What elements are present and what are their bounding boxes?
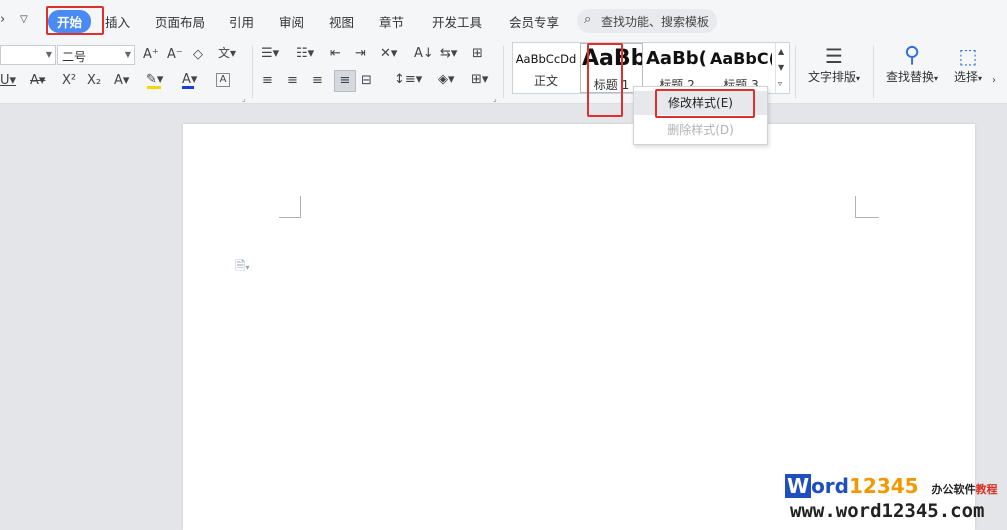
text-layout-label: 文字排版 [807, 70, 856, 84]
ribbon-divider [873, 46, 874, 98]
shrink-font-icon[interactable]: A⁻ [167, 47, 183, 63]
style-heading-2-preview: AaBb( [646, 48, 707, 69]
borders-icon[interactable]: ⊞▾ [471, 72, 488, 88]
chevron-up-icon[interactable]: ▲ [778, 44, 784, 60]
style-heading-3[interactable]: AaBbC( 标题 3 [710, 44, 772, 92]
phonetic-guide-icon[interactable]: 文▾ [218, 45, 236, 61]
margin-crop-mark-right [855, 196, 879, 218]
show-hide-marks-icon[interactable]: ⊞ [472, 46, 483, 62]
style-heading-1-preview: AaBb [582, 46, 642, 71]
strikethrough-icon[interactable]: A▾ [30, 73, 45, 89]
margin-crop-mark-left [279, 196, 301, 218]
select-cursor-icon: ⬚ [958, 44, 978, 68]
chinese-layout-icon[interactable]: ✕▾ [380, 46, 397, 62]
chevron-down-icon: ▼ [45, 50, 52, 59]
text-layout-button[interactable]: ☰ 文字排版▾ [804, 44, 864, 94]
grow-font-icon[interactable]: A⁺ [143, 47, 159, 63]
bullet-list-icon[interactable]: ☰▾ [261, 46, 279, 62]
character-border-icon[interactable]: A [216, 73, 230, 87]
chevron-right-icon[interactable]: › [992, 73, 996, 89]
numbered-list-icon[interactable]: ☷▾ [296, 46, 314, 62]
chevron-down-icon: ▼ [124, 50, 131, 59]
tab-developer-tools[interactable]: 开发工具 [432, 12, 482, 31]
tab-view[interactable]: 视图 [329, 12, 354, 31]
search-feature-box[interactable]: ⌕ 查找功能、搜索模板 [577, 9, 717, 33]
watermark-tagline-2: 教程 [975, 483, 998, 496]
clear-format-icon[interactable]: ◇ [193, 47, 203, 63]
font-size-value: 二号 [62, 50, 87, 64]
delete-style-menu-item: 删除样式(D) [667, 123, 734, 137]
watermark-tagline: 办公软件 [931, 483, 976, 496]
increase-indent-icon[interactable]: ⇥ [355, 46, 366, 62]
select-button[interactable]: ⬚ 选择▾ [948, 44, 988, 94]
tab-member[interactable]: 会员专享 [509, 12, 559, 31]
sort-icon[interactable]: ⇆▾ [440, 46, 457, 62]
underline-icon[interactable]: U▾ [0, 73, 16, 89]
search-feature-label: 查找功能、搜索模板 [601, 15, 710, 29]
find-replace-label: 查找替换 [885, 70, 934, 84]
gallery-expand-icon[interactable]: ▿ [778, 76, 782, 92]
ribbon-divider [252, 46, 253, 98]
text-direction-icon[interactable]: A↓ [414, 46, 434, 62]
menu-tab-bar: › ▽ 开始 插入 页面布局 引用 审阅 视图 章节 开发工具 会员专享 ⌕ 查… [0, 0, 1007, 40]
tab-page-layout[interactable]: 页面布局 [155, 12, 205, 31]
highlighter-color-bar [147, 86, 161, 89]
distributed-align-icon[interactable]: ⊟ [361, 73, 372, 89]
subscript-icon[interactable]: X₂ [87, 73, 101, 89]
font-dialog-launcher-icon[interactable]: ⌟ [242, 94, 246, 103]
align-center-icon[interactable]: ≡ [287, 73, 298, 89]
font-name-select[interactable]: ▼ [0, 45, 56, 65]
tab-home[interactable]: 开始 [48, 10, 92, 33]
style-context-menu: 修改样式(E) 删除样式(D) [633, 86, 768, 145]
tab-insert[interactable]: 插入 [105, 12, 130, 31]
align-left-icon[interactable]: ≡ [262, 73, 273, 89]
style-normal[interactable]: AaBbCcDd 正文 [515, 44, 577, 92]
find-replace-button[interactable]: ⚲ 查找替换▾ [881, 44, 943, 94]
tab-references[interactable]: 引用 [229, 12, 254, 31]
paragraph-layout-icon[interactable]: 🗎▾ [235, 257, 249, 279]
ribbon-divider [795, 46, 796, 98]
document-page[interactable]: 🗎▾ [183, 124, 975, 530]
magnifier-icon: ⚲ [903, 43, 921, 68]
tab-review[interactable]: 审阅 [279, 12, 304, 31]
style-heading-3-preview: AaBbC( [710, 49, 772, 68]
watermark-ord: ord [811, 474, 849, 498]
paragraph-dialog-launcher-icon[interactable]: ⌟ [493, 94, 497, 103]
style-normal-preview: AaBbCcDd [515, 52, 577, 66]
modify-style-menu-item[interactable]: 修改样式(E) [634, 91, 767, 115]
align-right-icon[interactable]: ≡ [312, 73, 323, 89]
quick-access-chevron-icon[interactable]: ▽ [20, 12, 28, 28]
watermark-url: www.word12345.com [790, 500, 985, 522]
font-color-bar [182, 86, 194, 89]
style-gallery-scroll[interactable]: ▲ ▼ ▿ [775, 43, 789, 93]
decrease-indent-icon[interactable]: ⇤ [330, 46, 341, 62]
superscript-icon[interactable]: X² [62, 73, 76, 89]
watermark-brand: Word12345 办公软件教程 [785, 474, 998, 498]
search-icon: ⌕ [584, 12, 592, 27]
line-spacing-icon[interactable]: ↕≡▾ [394, 72, 422, 88]
style-normal-name: 正文 [533, 74, 558, 88]
select-label: 选择 [953, 70, 978, 84]
undo-dropdown-icon[interactable]: › [0, 12, 5, 28]
shading-icon[interactable]: ◈▾ [438, 72, 455, 88]
tab-chapter[interactable]: 章节 [379, 12, 404, 31]
font-size-select[interactable]: 二号 ▼ [57, 45, 135, 65]
ribbon-divider [503, 46, 504, 98]
chevron-down-icon[interactable]: ▼ [778, 60, 784, 76]
justify-icon[interactable]: ≡ [334, 70, 356, 92]
style-heading-2[interactable]: AaBb( 标题 2 [646, 44, 708, 92]
text-effect-icon[interactable]: A▾ [114, 73, 129, 89]
text-layout-icon: ☰ [825, 44, 843, 68]
watermark-w-letter: W [785, 474, 812, 498]
watermark-digits: 12345 [848, 474, 919, 498]
